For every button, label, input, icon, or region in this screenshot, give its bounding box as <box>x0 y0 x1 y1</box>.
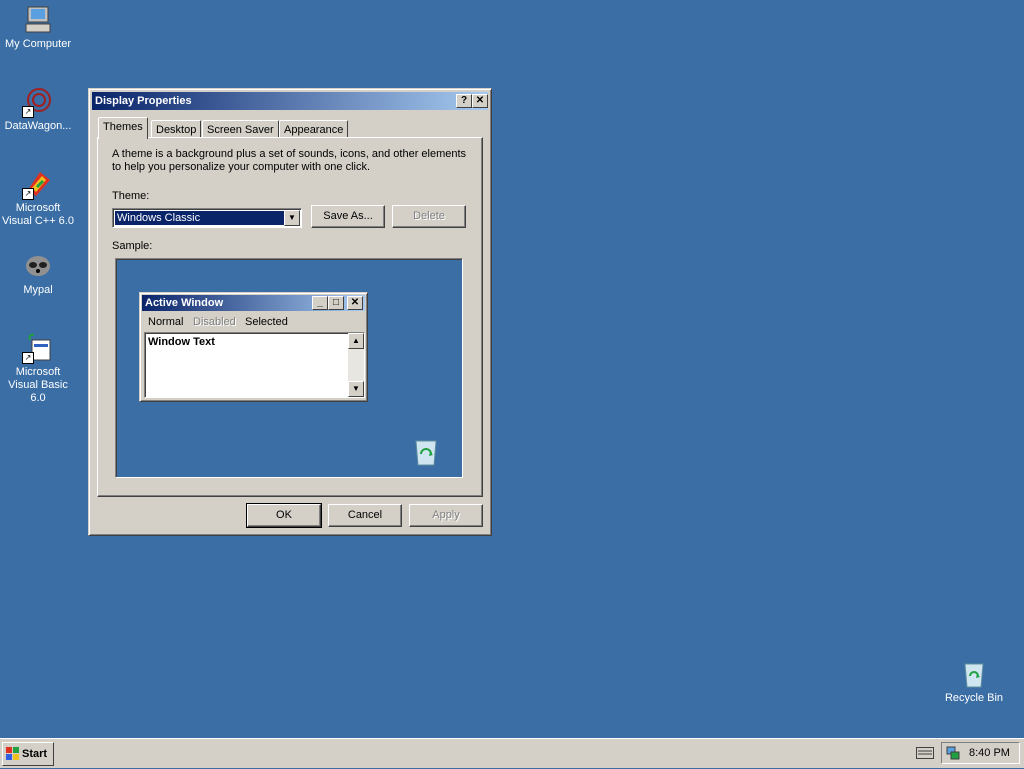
desktop-icon-visual-basic[interactable]: ↗ Microsoft Visual Basic 6.0 <box>0 332 76 405</box>
system-tray: 8:40 PM <box>941 742 1020 764</box>
display-properties-window: Display Properties ? ✕ Themes Desktop Sc… <box>88 88 492 536</box>
sample-menu-normal: Normal <box>148 316 184 328</box>
desktop-icon-label: My Computer <box>4 38 72 50</box>
sample-text-area: Window Text ▲ ▼ <box>144 332 365 398</box>
ok-button[interactable]: OK <box>246 503 322 528</box>
desktop-icon-label: DataWagon... <box>4 120 72 132</box>
computer-icon <box>22 4 54 36</box>
mypal-icon <box>22 250 54 282</box>
desktop-icon-label: Microsoft Visual Basic 6.0 <box>8 366 68 404</box>
save-as-button[interactable]: Save As... <box>311 205 385 228</box>
desktop-icon-label: Recycle Bin <box>944 692 1004 704</box>
delete-button: Delete <box>392 205 466 228</box>
sample-recycle-bin-icon <box>412 437 440 467</box>
sample-scrollbar: ▲ ▼ <box>348 333 364 397</box>
minimize-icon: _ <box>312 296 328 310</box>
taskbar: Start 8:40 PM <box>0 738 1024 768</box>
network-icon[interactable] <box>946 746 960 760</box>
sample-menu-selected: Selected <box>245 316 288 328</box>
sample-active-window: Active Window _ □ ✕ Normal Disabled Sele… <box>139 292 368 402</box>
theme-select[interactable]: Windows Classic ▼ <box>112 208 302 228</box>
theme-description: A theme is a background plus a set of so… <box>112 148 467 173</box>
recycle-bin-icon <box>958 658 990 690</box>
chevron-down-icon[interactable]: ▼ <box>284 210 300 226</box>
tab-themes[interactable]: Themes <box>98 117 148 139</box>
desktop-icon-recycle-bin[interactable]: Recycle Bin <box>936 658 1012 705</box>
windows-logo-icon <box>6 747 20 761</box>
shortcut-arrow-icon: ↗ <box>22 188 34 200</box>
shortcut-arrow-icon: ↗ <box>22 352 34 364</box>
clock[interactable]: 8:40 PM <box>969 743 1010 763</box>
sample-window-title: Active Window <box>145 297 224 309</box>
sample-title-bar: Active Window _ □ ✕ <box>142 295 365 311</box>
theme-label: Theme: <box>112 190 150 202</box>
desktop-icon-datawagon[interactable]: ↗ DataWagon... <box>0 86 76 133</box>
desktop-icon-label: Mypal <box>23 284 53 296</box>
window-title: Display Properties <box>95 95 192 107</box>
scroll-down-icon: ▼ <box>348 381 364 397</box>
keyboard-icon[interactable] <box>916 747 934 759</box>
datawagon-icon: ↗ <box>22 86 54 118</box>
theme-sample-preview: Active Window _ □ ✕ Normal Disabled Sele… <box>115 258 463 478</box>
theme-select-value: Windows Classic <box>115 211 285 225</box>
apply-button: Apply <box>409 504 483 527</box>
title-bar[interactable]: Display Properties ? ✕ <box>92 92 488 110</box>
maximize-icon: □ <box>328 296 344 310</box>
cancel-button[interactable]: Cancel <box>328 504 402 527</box>
sample-menu-bar: Normal Disabled Selected <box>142 314 363 330</box>
desktop-icon-label: Microsoft Visual C++ 6.0 <box>2 202 74 227</box>
themes-tab-panel: A theme is a background plus a set of so… <box>97 137 483 497</box>
start-button[interactable]: Start <box>2 742 54 766</box>
desktop-icon-my-computer[interactable]: My Computer <box>0 4 76 51</box>
shortcut-arrow-icon: ↗ <box>22 106 34 118</box>
help-button[interactable]: ? <box>456 94 472 108</box>
visual-basic-icon: ↗ <box>22 332 54 364</box>
scroll-up-icon: ▲ <box>348 333 364 349</box>
sample-menu-disabled: Disabled <box>193 316 236 328</box>
visual-cpp-icon: ↗ <box>22 168 54 200</box>
start-label: Start <box>22 748 48 760</box>
sample-window-text: Window Text <box>148 336 215 348</box>
desktop-icon-mypal[interactable]: Mypal <box>0 250 76 297</box>
close-button[interactable]: ✕ <box>472 94 488 108</box>
close-icon: ✕ <box>347 296 363 310</box>
sample-label: Sample: <box>112 240 153 252</box>
desktop-icon-visual-cpp[interactable]: ↗ Microsoft Visual C++ 6.0 <box>0 168 76 228</box>
